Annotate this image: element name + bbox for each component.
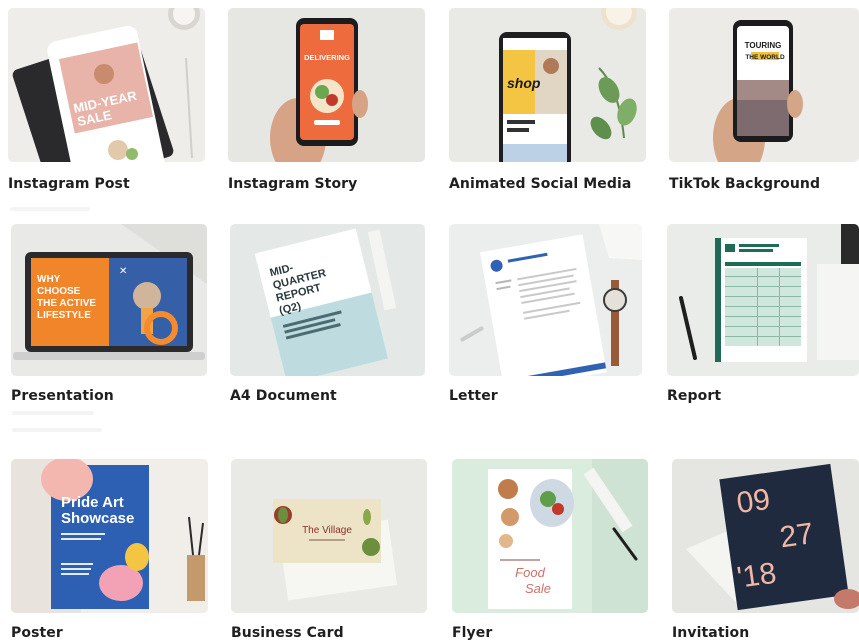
template-label-letter: Letter — [449, 388, 498, 404]
a4-document-thumbnail[interactable]: MID- QUARTER REPORT (Q2) — [230, 224, 425, 376]
template-label-flyer: Flyer — [452, 625, 493, 641]
tiktok-background-thumbnail[interactable]: TOURING THE WORLD — [669, 8, 859, 162]
template-label-a4-document: A4 Document — [230, 388, 337, 404]
presentation-line-4: LIFESTYLE — [37, 310, 91, 321]
flyer-line-1: Food — [515, 565, 545, 580]
invitation-num-3: '18 — [735, 557, 778, 595]
template-label-instagram-post: Instagram Post — [8, 176, 130, 192]
template-label-instagram-story: Instagram Story — [228, 176, 358, 192]
letter-thumbnail[interactable] — [449, 224, 642, 376]
presentation-line-3: THE ACTIVE — [37, 298, 96, 309]
template-label-tiktok-background: TikTok Background — [669, 176, 821, 192]
template-label-invitation: Invitation — [672, 625, 750, 641]
placeholder-line — [12, 428, 102, 432]
poster-line-1: Pride Art — [61, 494, 124, 511]
instagram-story-thumbnail[interactable]: DELIVERING — [228, 8, 425, 162]
close-icon: ✕ — [119, 266, 127, 277]
flyer-line-2: Sale — [525, 581, 551, 596]
template-label-poster: Poster — [11, 625, 63, 641]
presentation-line-1: WHY — [37, 274, 61, 285]
animated-social-script: shop — [507, 75, 541, 91]
template-label-report: Report — [667, 388, 722, 404]
template-label-business-card: Business Card — [231, 625, 344, 641]
placeholder-line — [12, 411, 94, 415]
template-label-animated-social-media: Animated Social Media — [449, 176, 632, 192]
invitation-thumbnail[interactable]: 09 27 '18 — [672, 459, 859, 613]
placeholder-line — [10, 207, 90, 211]
invitation-num-1: 09 — [735, 483, 773, 520]
business-card-thumbnail[interactable]: The Village — [231, 459, 427, 613]
template-label-presentation: Presentation — [11, 388, 114, 404]
report-thumbnail[interactable] — [667, 224, 859, 376]
poster-thumbnail[interactable]: Pride Art Showcase — [11, 459, 208, 613]
instagram-story-headline: DELIVERING — [304, 53, 350, 62]
business-card-name: The Village — [302, 525, 352, 536]
animated-social-media-thumbnail[interactable]: shop — [449, 8, 646, 162]
presentation-thumbnail[interactable]: WHY CHOOSE THE ACTIVE LIFESTYLE ✕ — [11, 224, 207, 376]
tiktok-line-1: TOURING — [745, 41, 782, 50]
poster-line-2: Showcase — [61, 510, 134, 527]
flyer-thumbnail[interactable]: Food Sale — [452, 459, 648, 613]
invitation-num-2: 27 — [778, 517, 816, 554]
tiktok-line-2: THE WORLD — [745, 54, 785, 61]
presentation-line-2: CHOOSE — [37, 286, 81, 297]
instagram-post-thumbnail[interactable]: MID-YEAR SALE — [8, 8, 205, 162]
